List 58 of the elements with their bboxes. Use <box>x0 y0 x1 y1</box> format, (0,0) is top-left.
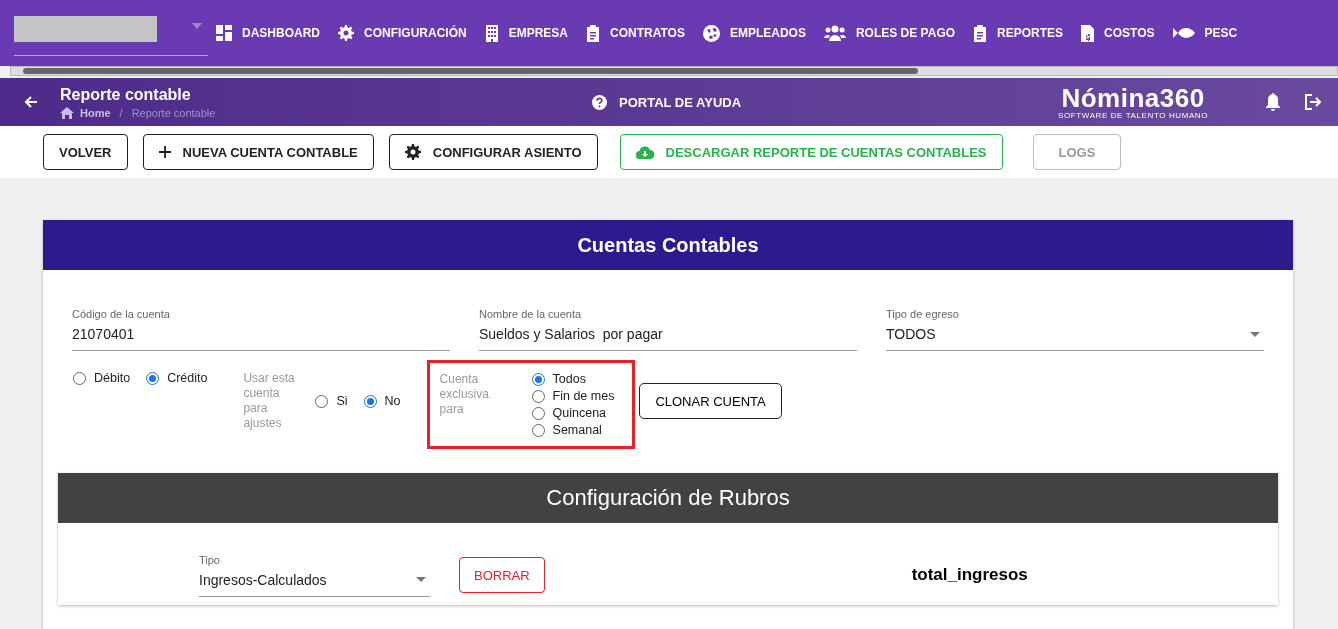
dropdown-caret-icon <box>1250 331 1260 337</box>
toolbar-button[interactable]: CONFIGURAR ASIENTO <box>388 134 598 170</box>
clone-account-button[interactable]: CLONAR CUENTA <box>639 383 782 419</box>
nav-item[interactable]: COSTOS <box>1081 24 1155 42</box>
building-icon <box>484 24 499 42</box>
nav-item[interactable]: EMPRESA <box>484 24 568 42</box>
radio-option[interactable]: Todos <box>531 372 615 386</box>
dropdown-caret-icon <box>416 577 426 582</box>
gear-icon <box>404 144 421 160</box>
home-icon <box>60 106 74 119</box>
page-title: Reporte contable <box>60 85 192 104</box>
toolbar-button[interactable]: VOLVER <box>43 134 128 170</box>
radio-option[interactable]: Débito <box>73 371 131 385</box>
type-select[interactable]: Tipo Ingresos-Calculados <box>199 553 430 597</box>
form-field[interactable]: Tipo de egreso TODOS <box>886 308 1264 351</box>
toolbar-button[interactable]: NUEVA CUENTA CONTABLE <box>142 134 374 170</box>
radio-option[interactable]: Crédito <box>146 371 208 385</box>
nav-item[interactable]: CONFIGURACIÓN <box>338 25 467 41</box>
help-portal-link[interactable]: PORTAL DE AYUDA <box>592 94 742 110</box>
clipboard-icon <box>586 24 600 42</box>
radio-option[interactable]: Quincena <box>531 406 615 420</box>
plus-icon <box>158 146 171 158</box>
fish-icon <box>1172 26 1195 40</box>
panel-title: Configuración de Rubros <box>58 473 1278 523</box>
gear-icon <box>338 25 354 41</box>
brand-logo: Nómina360 <box>1060 84 1206 111</box>
card-title: Cuentas Contables <box>43 220 1293 270</box>
back-arrow-icon[interactable] <box>24 95 38 109</box>
logout-icon[interactable] <box>1305 94 1322 110</box>
delete-button[interactable]: BORRAR <box>459 557 545 593</box>
nav-item[interactable]: CONTRATOS <box>586 24 685 42</box>
item-name: total_ingresos <box>911 565 1028 585</box>
nav-item[interactable]: PESC <box>1172 26 1238 40</box>
nav-item[interactable]: EMPLEADOS <box>702 24 806 42</box>
radio-option[interactable]: Si <box>315 371 348 431</box>
horizontal-scrollbar[interactable] <box>10 66 1338 76</box>
brand-tagline: SOFTWARE DE TALENTO HUMANO <box>1057 110 1210 120</box>
breadcrumb-item: Reporte contable <box>131 106 216 119</box>
breadcrumb-separator: / <box>119 106 123 119</box>
form-field[interactable]: Código de la cuenta 21070401 <box>72 308 450 351</box>
nav-item[interactable]: REPORTES <box>973 24 1064 42</box>
bell-icon[interactable] <box>1265 93 1282 111</box>
breadcrumb-item[interactable]: Home <box>80 106 111 119</box>
form-field[interactable]: Nombre de la cuenta Sueldos y Salarios por pagar <box>479 308 857 351</box>
nav-item[interactable]: ROLES DE PAGO <box>823 25 956 41</box>
radio-group-label: Usar esta cuenta para ajustes <box>243 371 296 431</box>
people-icon <box>823 25 846 41</box>
clipboard-icon <box>973 24 988 42</box>
radio-group-label: Cuenta exclusiva para <box>439 372 490 418</box>
dashboard-icon <box>216 25 232 41</box>
globe-icon <box>702 24 720 42</box>
cloud-download-icon <box>635 145 654 159</box>
radio-option[interactable]: Semanal <box>531 423 615 437</box>
nav-item[interactable]: DASHBOARD <box>216 25 320 41</box>
question-icon <box>592 94 607 110</box>
document-icon <box>1081 24 1095 42</box>
radio-option[interactable]: No <box>363 371 401 431</box>
radio-option[interactable]: Fin de mes <box>531 389 615 403</box>
